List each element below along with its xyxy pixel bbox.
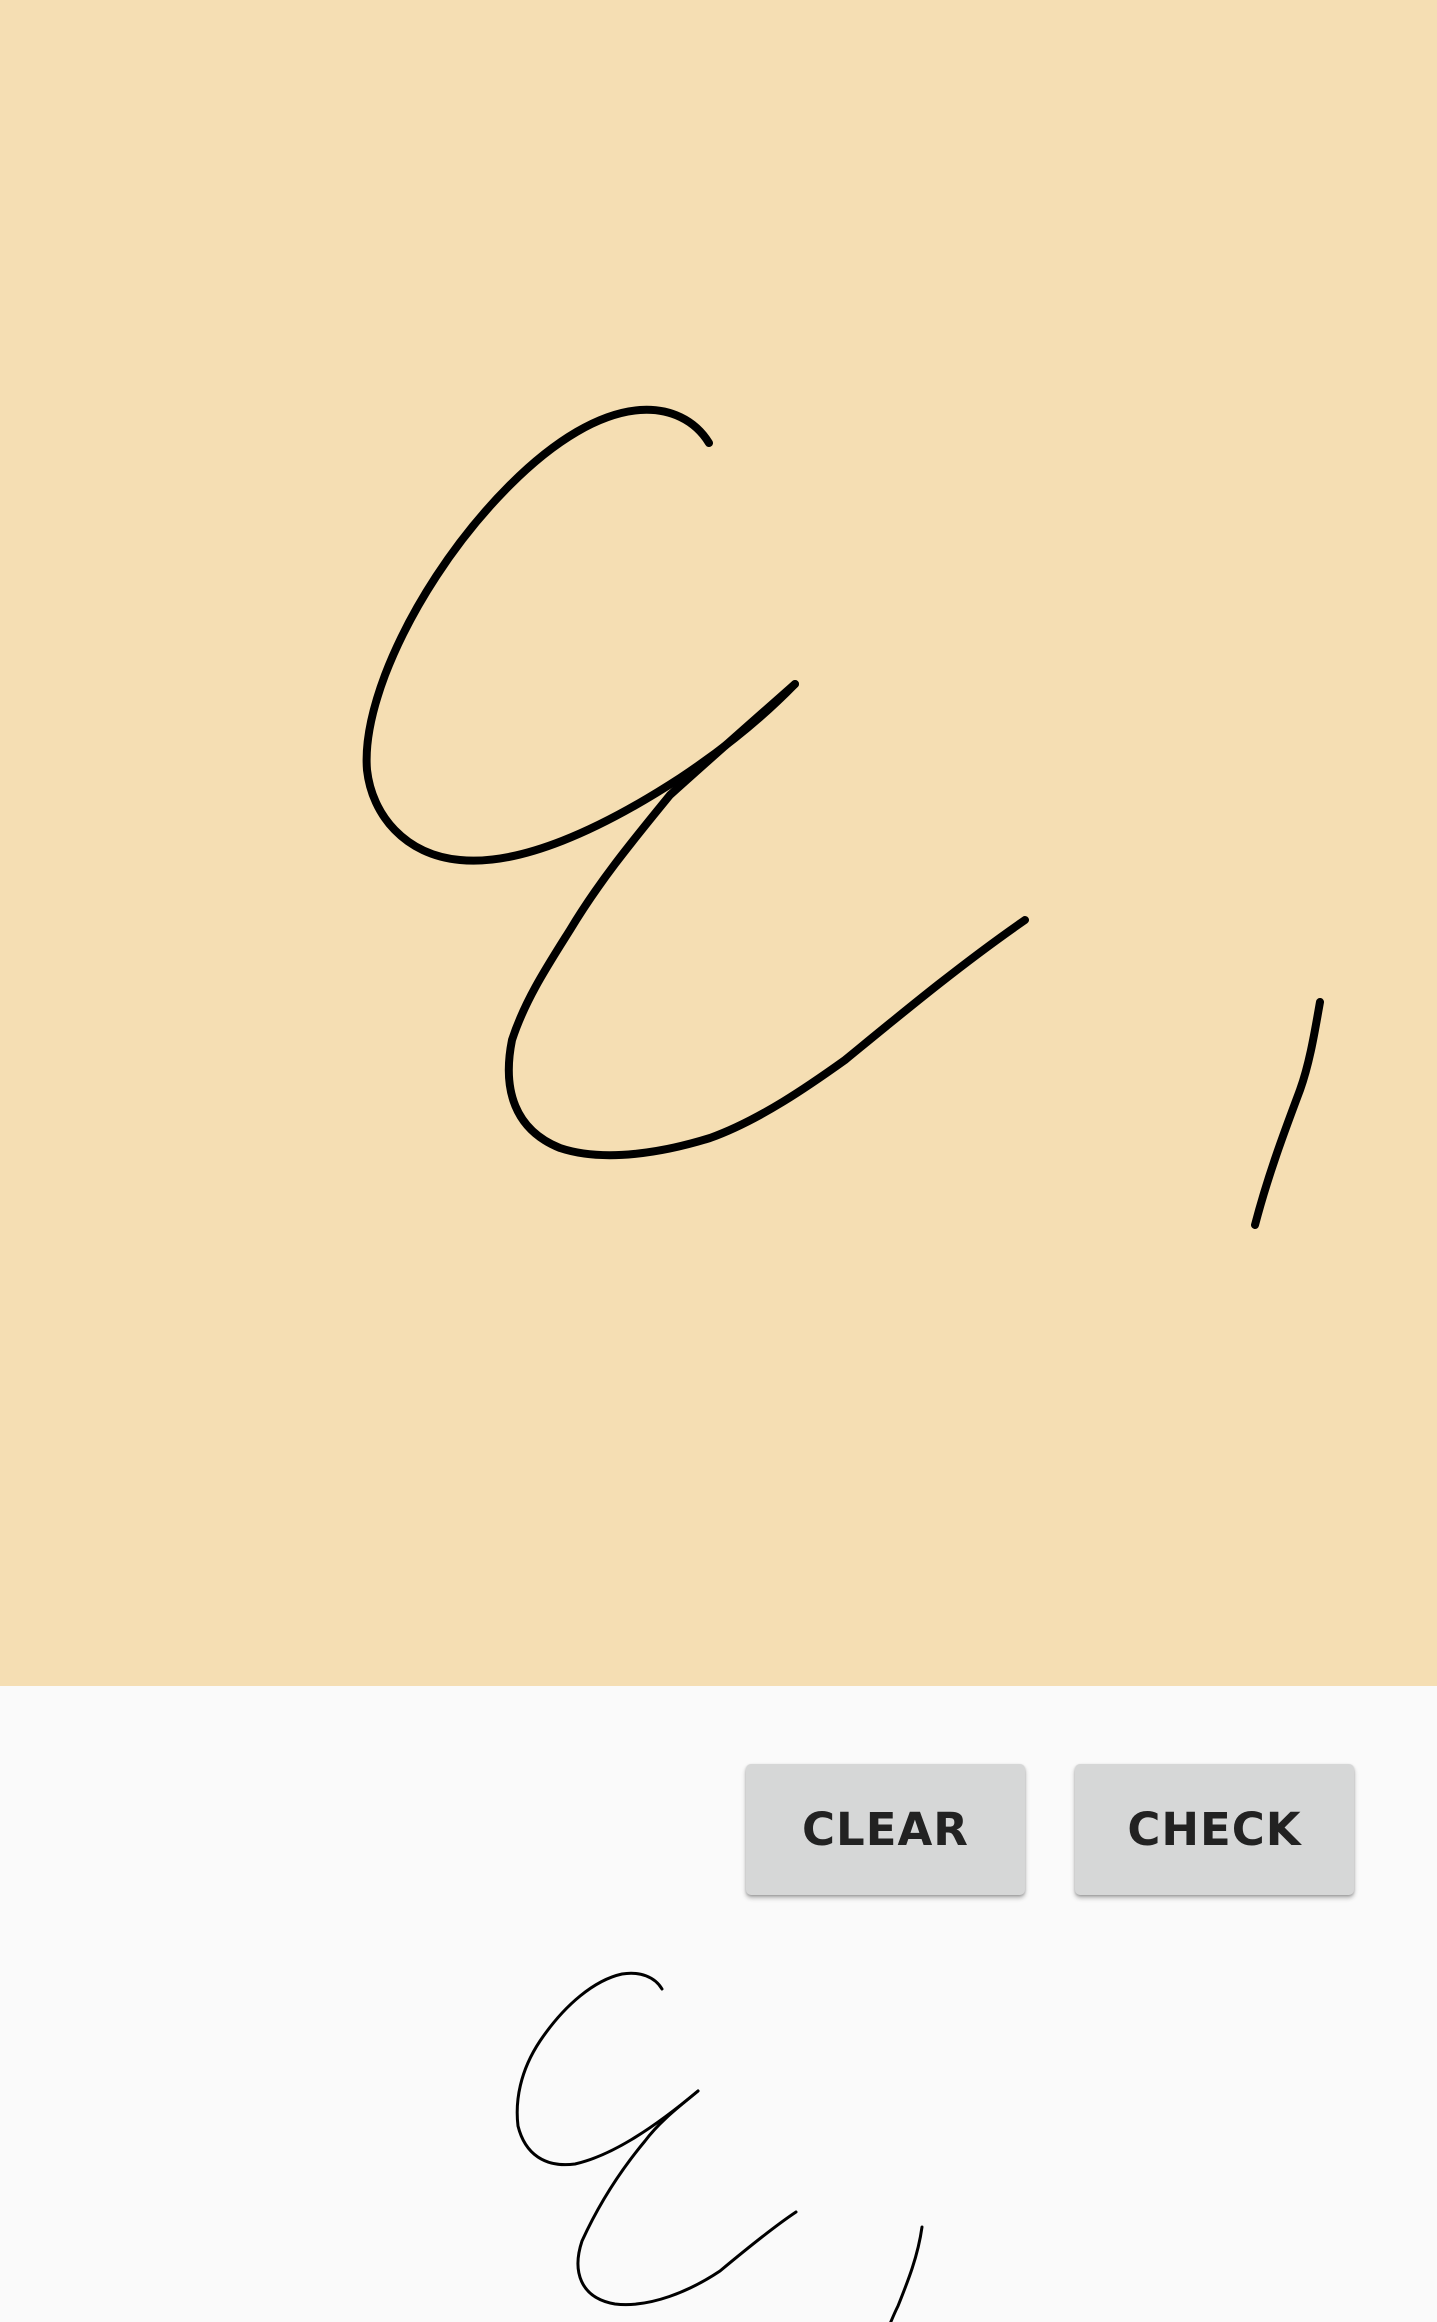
drawing-canvas[interactable] xyxy=(0,0,1437,1686)
handwriting-strokes xyxy=(362,405,1324,1229)
stroke-2 xyxy=(504,680,1029,1160)
preview-strokes xyxy=(515,1971,924,2322)
preview-stroke-2 xyxy=(576,2089,798,2307)
handwriting-preview xyxy=(0,1686,1437,2322)
stroke-1 xyxy=(362,405,799,865)
preview-stroke-1 xyxy=(515,1971,700,2167)
stroke-3 xyxy=(1251,998,1324,1229)
preview-stroke-3 xyxy=(889,2225,924,2322)
